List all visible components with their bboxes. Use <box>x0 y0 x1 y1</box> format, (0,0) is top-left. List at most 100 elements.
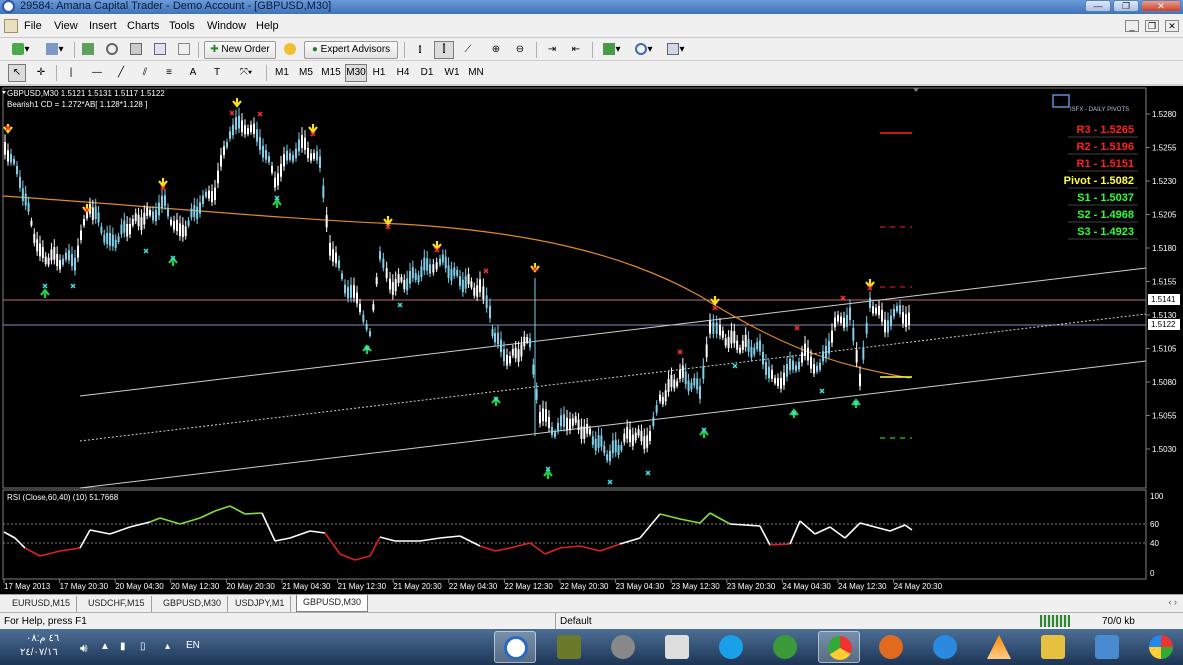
chart-window[interactable]: GBPUSD,M30 1.5121 1.5131 1.5117 1.5122 B… <box>0 86 1183 594</box>
candle-body <box>223 146 225 156</box>
time-axis-label-10: 22 May 20:30 <box>560 582 609 591</box>
taskbar-app-d[interactable] <box>656 631 698 663</box>
text-label-icon[interactable]: T <box>208 64 226 82</box>
volume-icon[interactable]: 🔊︎ <box>80 641 88 656</box>
mdi-restore-button[interactable]: ❐ <box>1145 20 1159 32</box>
timeframe-h1[interactable]: H1 <box>370 64 388 82</box>
sell-arrow-icon <box>432 241 442 251</box>
zoom-out-icon[interactable]: ⊖ <box>510 41 530 59</box>
tab-gbpusd-m30-active[interactable]: GBPUSD,M30 <box>296 595 369 612</box>
line-chart-icon[interactable]: ⟋ <box>458 41 478 59</box>
tab-gbpusd-m30[interactable]: GBPUSD,M30 <box>157 596 229 612</box>
buy-arrow-icon <box>543 469 553 479</box>
language-indicator[interactable]: EN <box>186 640 200 651</box>
candle-body <box>506 354 508 366</box>
menu-tools[interactable]: Tools <box>169 20 195 32</box>
timeframe-w1[interactable]: W1 <box>443 64 461 82</box>
mdi-minimize-button[interactable]: _ <box>1125 20 1139 32</box>
minimize-button[interactable]: — <box>1085 0 1111 12</box>
timeframe-d1[interactable]: D1 <box>418 64 436 82</box>
taskbar-file-explorer[interactable] <box>1032 631 1074 663</box>
timeframe-m5[interactable]: M5 <box>296 64 316 82</box>
start-button[interactable] <box>1140 631 1180 663</box>
fibonacci-icon[interactable]: ≡ <box>160 64 178 82</box>
signal-icon[interactable]: ▮ <box>120 641 126 652</box>
network-icon[interactable]: ▲ <box>100 641 110 652</box>
menu-window[interactable]: Window <box>207 20 246 32</box>
timeframe-m15[interactable]: M15 <box>320 64 342 82</box>
templates-button[interactable]: ▾ <box>662 41 690 59</box>
time-axis-label-3: 20 May 12:30 <box>171 582 220 591</box>
taskbar-network-app[interactable] <box>764 631 806 663</box>
rsi-segment <box>479 545 496 552</box>
tray-expand-icon[interactable]: ▴ <box>165 641 170 652</box>
candle-body <box>131 218 134 226</box>
tab-usdchf-m15[interactable]: USDCHF,M15 <box>82 596 152 612</box>
candle-body <box>301 135 303 148</box>
close-button[interactable]: ✕ <box>1141 0 1181 12</box>
tab-scroll-arrows[interactable]: ‹ › <box>1169 597 1178 607</box>
menu-help[interactable]: Help <box>256 20 279 32</box>
crosshair-icon[interactable]: ✛ <box>32 64 50 82</box>
menu-file[interactable]: File <box>24 20 42 32</box>
chart-shift-icon[interactable]: ⇥ <box>542 41 562 59</box>
price-chart[interactable]: GBPUSD,M30 1.5121 1.5131 1.5117 1.5122 B… <box>0 86 1183 594</box>
taskbar-internet-explorer[interactable] <box>924 631 966 663</box>
expert-advisors-button[interactable]: ● Expert Advisors <box>304 41 398 59</box>
zoom-in-icon[interactable]: ⊕ <box>486 41 506 59</box>
strategy-tester-icon[interactable] <box>174 41 194 59</box>
tab-eurusd-m15[interactable]: EURUSD,M15 <box>6 596 78 612</box>
battery-icon[interactable]: ▯ <box>140 641 146 652</box>
trendline-icon[interactable]: ╱ <box>112 64 130 82</box>
terminal-icon[interactable] <box>126 41 146 59</box>
taskbar-skype[interactable] <box>710 631 752 663</box>
chart-window-icon[interactable] <box>4 19 18 33</box>
channel-icon[interactable]: ⫽ <box>136 64 154 82</box>
menu-insert[interactable]: Insert <box>89 20 117 32</box>
rsi-segment <box>709 512 731 525</box>
taskbar-chrome[interactable] <box>818 631 860 663</box>
candle-body <box>629 429 631 443</box>
taskbar-vlc[interactable] <box>978 631 1020 663</box>
candle-body <box>47 257 50 265</box>
new-chart-button[interactable]: ▾ <box>6 41 36 59</box>
new-order-button[interactable]: ✚ New Order <box>204 41 276 59</box>
tab-usdjpy-m1[interactable]: USDJPY,M1 <box>229 596 292 612</box>
menu-charts[interactable]: Charts <box>127 20 159 32</box>
autoscroll-icon[interactable]: ⇤ <box>566 41 586 59</box>
candle-body <box>187 220 190 226</box>
taskbar-firefox[interactable] <box>870 631 912 663</box>
indicators-button[interactable]: ▾ <box>598 41 626 59</box>
bar-chart-icon[interactable]: ⫾ <box>410 41 430 59</box>
timeframe-m30[interactable]: M30 <box>345 64 367 82</box>
market-watch-icon[interactable] <box>78 41 98 59</box>
candle-body <box>586 424 589 434</box>
cursor-icon[interactable]: ↖ <box>8 64 26 82</box>
data-window-icon[interactable] <box>150 41 170 59</box>
timeframe-mn[interactable]: MN <box>466 64 486 82</box>
taskbar-metatrader[interactable] <box>494 631 536 663</box>
candlestick-icon[interactable]: ⫿ <box>434 41 454 59</box>
metaeditor-icon[interactable] <box>280 41 300 59</box>
candle-body <box>597 435 600 448</box>
candle-body <box>33 233 36 243</box>
arrows-icon[interactable]: ⤧▾ <box>232 64 260 82</box>
text-icon[interactable]: A <box>184 64 202 82</box>
candle-body <box>774 378 776 384</box>
pivot-row-0: R3 - 1.5265 <box>1077 124 1134 136</box>
timeframe-m1[interactable]: M1 <box>272 64 292 82</box>
mdi-close-button[interactable]: ✕ <box>1165 20 1179 32</box>
candle-body <box>652 417 655 426</box>
vertical-line-icon[interactable]: | <box>62 64 80 82</box>
restore-button[interactable]: ❐ <box>1113 0 1139 12</box>
timeframe-h4[interactable]: H4 <box>394 64 412 82</box>
menu-view[interactable]: View <box>54 20 78 32</box>
taskbar-browser-globe[interactable] <box>602 631 644 663</box>
horizontal-line-icon[interactable]: — <box>88 64 106 82</box>
profiles-button[interactable]: ▾ <box>40 41 70 59</box>
taskbar-winrar[interactable] <box>548 631 590 663</box>
taskbar-app-blue[interactable] <box>1086 631 1128 663</box>
periods-button[interactable]: ▾ <box>630 41 658 59</box>
title-bar[interactable]: 29584: Amana Capital Trader - Demo Accou… <box>0 0 1183 14</box>
navigator-icon[interactable] <box>102 41 122 59</box>
